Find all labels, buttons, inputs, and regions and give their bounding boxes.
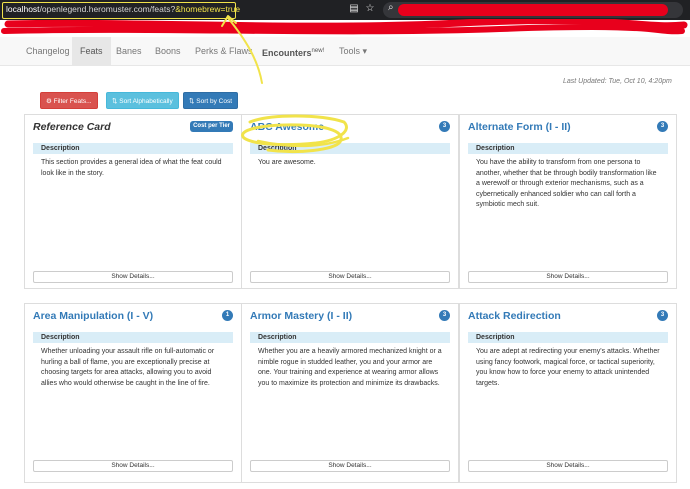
description-text: Whether unloading your assault rifle on … [41, 348, 215, 387]
nav-encounters[interactable]: Encountersnew! [254, 37, 332, 66]
cost-badge: 3 [439, 310, 450, 321]
sort-icon: ⇅ [112, 98, 118, 105]
card-title[interactable]: Alternate Form (I - II) [468, 121, 571, 133]
description-header: Description [33, 332, 233, 343]
feat-card-alternate-form: Alternate Form (I - II) 3 Description Yo… [459, 114, 677, 289]
description-text: You have the ability to transform from o… [476, 159, 657, 208]
sort-by-cost-button[interactable]: ⇅ Sort by Cost [183, 92, 239, 109]
nav-changelog[interactable]: Changelog [18, 37, 78, 66]
sort-icon: ⇅ [189, 98, 195, 105]
bookmark-star-icon[interactable]: ☆ [364, 3, 376, 14]
url-annotation-box [2, 2, 236, 19]
last-updated: Last Updated: Tue, Oct 10, 4:20pm [563, 78, 672, 85]
description-text: You are awesome. [258, 159, 316, 166]
show-details-button[interactable]: Show Details... [468, 271, 668, 283]
chevron-down-icon: ▾ [362, 46, 368, 56]
card-title[interactable]: Attack Redirection [468, 310, 561, 322]
description-header: Description [250, 332, 450, 343]
search-icon: ⌕ [388, 2, 394, 13]
gear-icon: ⚙ [46, 98, 52, 105]
description-text: Whether you are a heavily armored mechan… [258, 348, 442, 387]
description-text: This section provides a general idea of … [41, 159, 222, 177]
redaction-scribble [1, 19, 688, 35]
show-details-button[interactable]: Show Details... [250, 271, 450, 283]
nav-feats[interactable]: Feats [72, 37, 111, 66]
cost-badge: Cost per Tier [190, 121, 233, 132]
cost-badge: 3 [657, 121, 668, 132]
description-header: Description [33, 143, 233, 154]
description-text: You are adept at redirecting your enemy'… [476, 348, 660, 387]
show-details-button[interactable]: Show Details... [33, 271, 233, 283]
sort-alphabetically-button[interactable]: ⇅ Sort Alphabetically [106, 92, 179, 109]
cost-badge: 3 [657, 310, 668, 321]
show-details-button[interactable]: Show Details... [250, 460, 450, 472]
feat-card-armor-mastery: Armor Mastery (I - II) 3 Description Whe… [241, 303, 459, 483]
nav-tools[interactable]: Tools ▾ [331, 37, 375, 66]
card-title[interactable]: ABC Awesome [250, 121, 324, 133]
card-title[interactable]: Armor Mastery (I - II) [250, 310, 352, 322]
card-title[interactable]: Area Manipulation (I - V) [33, 310, 153, 322]
card-title: Reference Card [33, 121, 111, 133]
nav-perks-flaws[interactable]: Perks & Flaws [187, 37, 261, 66]
screenshot-root: localhost/openlegend.heromuster.com/feat… [0, 0, 690, 489]
filter-feats-button[interactable]: ⚙ Filter Feats... [40, 92, 98, 109]
show-details-button[interactable]: Show Details... [468, 460, 668, 472]
top-nav: Changelog Feats Banes Boons Perks & Flaw… [0, 37, 690, 66]
description-header: Description [250, 143, 450, 154]
redaction-mark [398, 4, 668, 16]
description-header: Description [468, 332, 668, 343]
new-badge: new! [311, 48, 325, 54]
feat-card-reference: Reference Card Cost per Tier Description… [24, 114, 242, 289]
feat-card-attack-redirection: Attack Redirection 3 Description You are… [459, 303, 677, 483]
feat-card-abc-awesome: ABC Awesome 3 Description You are awesom… [241, 114, 459, 289]
nav-banes[interactable]: Banes [108, 37, 150, 66]
show-details-button[interactable]: Show Details... [33, 460, 233, 472]
nav-boons[interactable]: Boons [147, 37, 189, 66]
feat-card-area-manipulation: Area Manipulation (I - V) 1 Description … [24, 303, 242, 483]
description-header: Description [468, 143, 668, 154]
cost-badge: 3 [439, 121, 450, 132]
cost-badge: 1 [222, 310, 233, 321]
reader-mode-icon[interactable]: ▤ [348, 3, 360, 14]
